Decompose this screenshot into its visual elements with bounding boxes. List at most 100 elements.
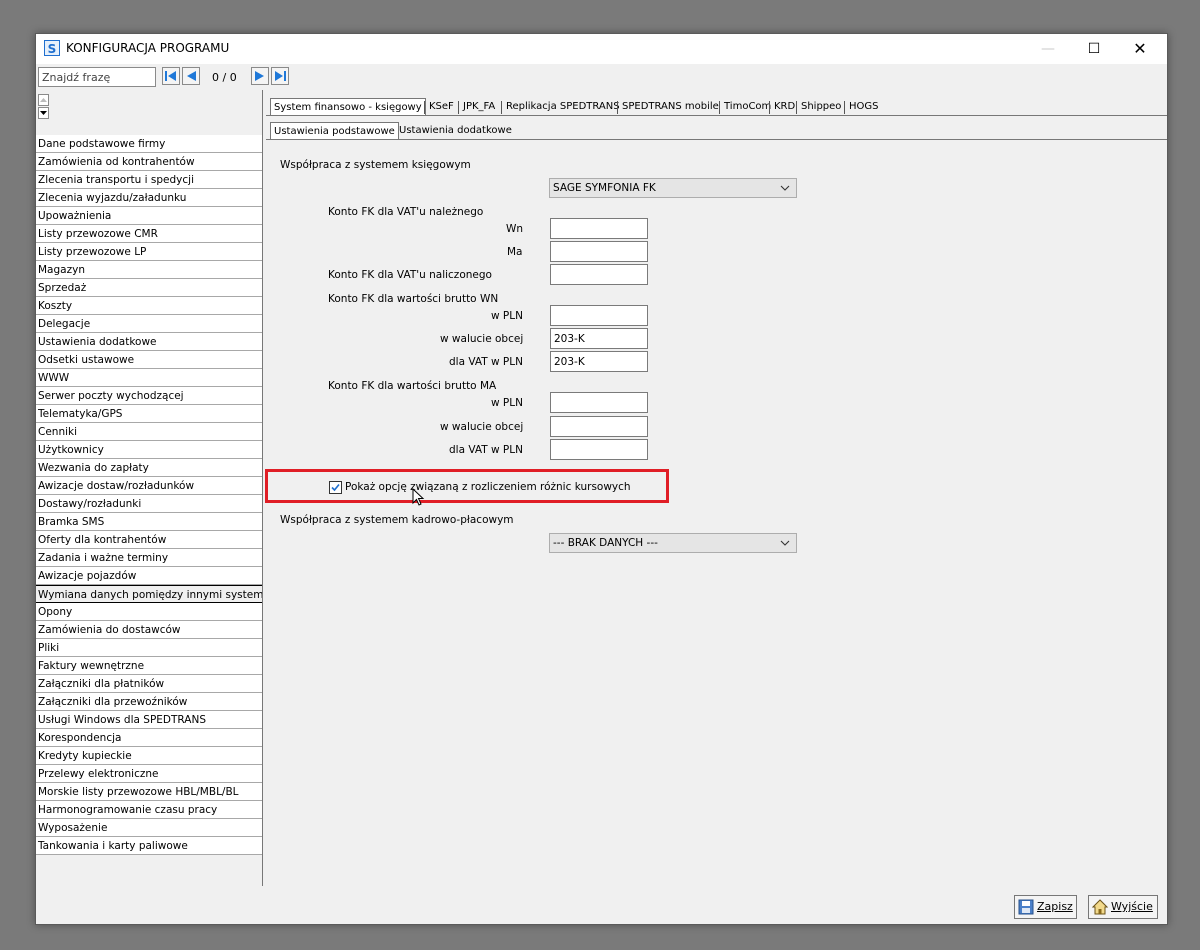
brutto-wn-vat-field[interactable] xyxy=(550,351,648,372)
exit-label: Wyjście xyxy=(1111,900,1153,913)
sidebar-item[interactable]: Wymiana danych pomiędzy innymi systemami xyxy=(36,585,262,603)
sidebar-divider xyxy=(262,90,263,886)
sidebar-item[interactable]: Cenniki xyxy=(36,423,262,441)
last-arrow-icon xyxy=(275,71,286,81)
vat-nalezny-label: Konto FK dla VAT'u należnego xyxy=(328,206,484,218)
home-icon xyxy=(1092,899,1108,915)
subtab[interactable]: Ustawienia dodatkowe xyxy=(396,122,515,140)
prev-result-button[interactable] xyxy=(182,67,200,85)
hr-system-value: --- BRAK DANYCH --- xyxy=(553,537,658,549)
wn-label: Wn xyxy=(506,223,524,235)
first-result-button[interactable] xyxy=(162,67,180,85)
sidebar-item[interactable]: Tankowania i karty paliwowe xyxy=(36,837,262,855)
sidebar-item[interactable]: Koszty xyxy=(36,297,262,315)
sidebar-item[interactable]: Sprzedaż xyxy=(36,279,262,297)
tab-separator xyxy=(719,101,720,114)
sidebar-item[interactable]: Harmonogramowanie czasu pracy xyxy=(36,801,262,819)
bottom-bar: Zapisz Wyjście xyxy=(36,886,1167,924)
title-bar: S KONFIGURACJA PROGRAMU — ☐ ✕ xyxy=(36,34,1167,64)
sidebar-item[interactable]: Załączniki dla płatników xyxy=(36,675,262,693)
sidebar-item[interactable]: Dane podstawowe firmy xyxy=(36,135,262,153)
fk-system-select[interactable]: SAGE SYMFONIA FK xyxy=(549,178,797,198)
sidebar-item[interactable]: Awizacje dostaw/rozładunków xyxy=(36,477,262,495)
sidebar-item[interactable]: Serwer poczty wychodzącej xyxy=(36,387,262,405)
sidebar-item[interactable]: Opony xyxy=(36,603,262,621)
sidebar-item[interactable]: Zlecenia wyjazdu/załadunku xyxy=(36,189,262,207)
brutto-wn-pln-label: w PLN xyxy=(491,310,523,322)
exit-button[interactable]: Wyjście xyxy=(1088,895,1158,919)
sidebar-item[interactable]: Upoważnienia xyxy=(36,207,262,225)
sidebar-item[interactable]: Telematyka/GPS xyxy=(36,405,262,423)
tab[interactable]: KRD xyxy=(771,98,798,116)
sidebar-item[interactable]: Ustawienia dodatkowe xyxy=(36,333,262,351)
next-result-button[interactable] xyxy=(251,67,269,85)
sidebar-item[interactable]: Pliki xyxy=(36,639,262,657)
tab[interactable]: HOGS xyxy=(846,98,882,116)
scroll-up-button[interactable] xyxy=(38,94,49,106)
minimize-button[interactable]: — xyxy=(1025,34,1071,64)
hr-system-select[interactable]: --- BRAK DANYCH --- xyxy=(549,533,797,553)
wn-field[interactable] xyxy=(550,218,648,239)
sidebar-item[interactable]: Wezwania do zapłaty xyxy=(36,459,262,477)
search-input[interactable] xyxy=(38,67,156,87)
brutto-wn-pln-field[interactable] xyxy=(550,305,648,326)
ma-field[interactable] xyxy=(550,241,648,262)
tabs-divider xyxy=(266,115,1167,116)
scroll-down-button[interactable] xyxy=(38,107,49,119)
subtab[interactable]: Ustawienia podstawowe xyxy=(270,122,399,140)
sidebar-item[interactable]: Załączniki dla przewoźników xyxy=(36,693,262,711)
sidebar-item[interactable]: Zamówienia od kontrahentów xyxy=(36,153,262,171)
tab-separator xyxy=(617,101,618,114)
next-arrow-icon xyxy=(255,71,264,81)
sidebar-item[interactable]: Delegacje xyxy=(36,315,262,333)
tab[interactable]: JPK_FA xyxy=(460,98,498,116)
sidebar-item[interactable]: Korespondencja xyxy=(36,729,262,747)
sidebar-item[interactable]: Faktury wewnętrzne xyxy=(36,657,262,675)
sidebar-item[interactable]: Zamówienia do dostawców xyxy=(36,621,262,639)
sidebar-item[interactable]: Magazyn xyxy=(36,261,262,279)
chevron-down-icon xyxy=(780,540,790,546)
highlight-box xyxy=(265,469,669,503)
tab[interactable]: Shippeo xyxy=(798,98,844,116)
maximize-button[interactable]: ☐ xyxy=(1071,34,1117,64)
close-button[interactable]: ✕ xyxy=(1117,34,1163,64)
save-button[interactable]: Zapisz xyxy=(1014,895,1077,919)
sidebar-item[interactable]: Listy przewozowe LP xyxy=(36,243,262,261)
sidebar-item[interactable]: Dostawy/rozładunki xyxy=(36,495,262,513)
tab-separator xyxy=(796,101,797,114)
sidebar-item[interactable]: Przelewy elektroniczne xyxy=(36,765,262,783)
tab[interactable]: KSeF xyxy=(426,98,457,116)
brutto-wn-walucie-field[interactable] xyxy=(550,328,648,349)
brutto-ma-walucie-label: w walucie obcej xyxy=(440,421,524,433)
save-label: Zapisz xyxy=(1037,900,1073,913)
sidebar-item[interactable]: Bramka SMS xyxy=(36,513,262,531)
tab[interactable]: Replikacja SPEDTRANS xyxy=(503,98,623,116)
sidebar-item[interactable]: Wyposażenie xyxy=(36,819,262,837)
sidebar-item[interactable]: Morskie listy przewozowe HBL/MBL/BL xyxy=(36,783,262,801)
sidebar-item[interactable]: Zlecenia transportu i spedycji xyxy=(36,171,262,189)
sidebar-item[interactable]: Awizacje pojazdów xyxy=(36,567,262,585)
brutto-ma-pln-field[interactable] xyxy=(550,392,648,413)
vat-naliczony-field[interactable] xyxy=(550,264,648,285)
sidebar-item[interactable]: Kredyty kupieckie xyxy=(36,747,262,765)
sidebar-item[interactable]: Zadania i ważne terminy xyxy=(36,549,262,567)
sidebar-item[interactable]: WWW xyxy=(36,369,262,387)
sidebar-item[interactable]: Użytkownicy xyxy=(36,441,262,459)
brutto-ma-pln-label: w PLN xyxy=(491,397,523,409)
brutto-ma-vat-field[interactable] xyxy=(550,439,648,460)
app-logo-icon: S xyxy=(44,40,60,56)
sidebar-item[interactable]: Odsetki ustawowe xyxy=(36,351,262,369)
scroll-down-icon xyxy=(40,111,47,115)
prev-arrow-icon xyxy=(187,71,196,81)
sidebar-item[interactable]: Listy przewozowe CMR xyxy=(36,225,262,243)
brutto-ma-vat-label: dla VAT w PLN xyxy=(449,444,523,456)
sidebar-item[interactable]: Oferty dla kontrahentów xyxy=(36,531,262,549)
tab[interactable]: System finansowo - księgowy xyxy=(270,98,426,116)
fk-system-value: SAGE SYMFONIA FK xyxy=(553,182,656,194)
brutto-wn-label: Konto FK dla wartości brutto WN xyxy=(328,293,499,305)
sidebar-item[interactable]: Usługi Windows dla SPEDTRANS xyxy=(36,711,262,729)
last-result-button[interactable] xyxy=(271,67,289,85)
brutto-ma-walucie-field[interactable] xyxy=(550,416,648,437)
tab[interactable]: SPEDTRANS mobile xyxy=(619,98,722,116)
tab[interactable]: TimoCom xyxy=(721,98,774,116)
